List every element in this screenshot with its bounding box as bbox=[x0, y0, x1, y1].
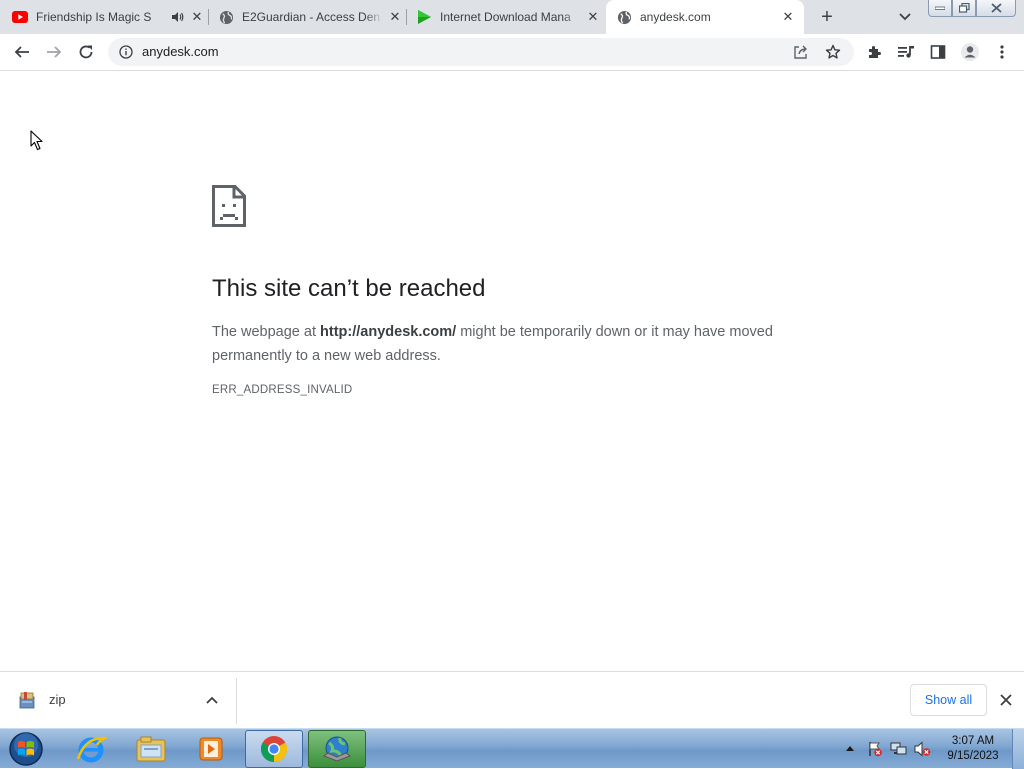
taskbar-internet-download-manager[interactable] bbox=[308, 730, 366, 768]
restore-icon bbox=[958, 3, 970, 13]
globe-icon bbox=[616, 9, 632, 25]
reload-icon[interactable] bbox=[76, 42, 96, 62]
zip-archive-icon bbox=[19, 692, 35, 709]
close-icon bbox=[990, 3, 1002, 13]
download-file-name: zip bbox=[49, 692, 66, 707]
media-playlist-icon[interactable] bbox=[896, 42, 916, 62]
taskbar-media-player[interactable] bbox=[182, 730, 240, 768]
network-icon[interactable] bbox=[890, 741, 908, 757]
action-center-flag-icon[interactable] bbox=[866, 741, 884, 757]
close-icon[interactable]: ✕ bbox=[780, 9, 796, 25]
youtube-icon bbox=[12, 9, 28, 25]
clock-time: 3:07 AM bbox=[951, 735, 995, 747]
close-icon[interactable] bbox=[997, 691, 1015, 709]
tab-e2guardian[interactable]: E2Guardian - Access Den ✕ bbox=[218, 0, 403, 34]
show-all-button[interactable]: Show all bbox=[910, 684, 987, 716]
extensions-puzzle-icon[interactable] bbox=[864, 42, 884, 62]
folder-icon bbox=[136, 736, 166, 762]
clock-date: 9/15/2023 bbox=[947, 750, 999, 762]
speaker-icon[interactable] bbox=[171, 10, 185, 24]
error-heading: This site can’t be reached bbox=[212, 275, 486, 302]
download-item[interactable]: zip bbox=[0, 678, 237, 724]
tab-title: anydesk.com bbox=[640, 10, 776, 24]
internet-explorer-icon bbox=[76, 736, 107, 763]
start-button[interactable] bbox=[6, 730, 46, 768]
minimize-icon bbox=[935, 6, 945, 10]
error-code: ERR_ADDRESS_INVALID bbox=[212, 384, 353, 396]
close-icon[interactable]: ✕ bbox=[189, 9, 205, 25]
address-bar[interactable]: anydesk.com bbox=[108, 38, 854, 66]
profile-avatar-icon[interactable] bbox=[960, 42, 980, 62]
globe-icon bbox=[218, 9, 234, 25]
tab-strip: Friendship Is Magic S ✕ E2Guardian - Acc… bbox=[0, 0, 1024, 34]
minimize-button[interactable] bbox=[928, 0, 952, 17]
back-arrow-icon[interactable] bbox=[12, 42, 32, 62]
system-clock[interactable]: 3:07 AM 9/15/2023 bbox=[940, 734, 1006, 764]
chrome-icon bbox=[260, 736, 288, 763]
kebab-menu-icon[interactable] bbox=[992, 42, 1012, 62]
sad-document-icon bbox=[212, 185, 246, 227]
tray-overflow-arrow-icon[interactable] bbox=[845, 743, 855, 753]
chevron-up-icon[interactable] bbox=[205, 693, 219, 707]
tab-title: Internet Download Mana bbox=[440, 10, 581, 24]
tab-anydesk[interactable]: anydesk.com ✕ bbox=[606, 0, 804, 34]
tab-separator bbox=[406, 9, 407, 25]
idm-globe-icon bbox=[322, 736, 352, 762]
show-desktop-button[interactable] bbox=[1012, 729, 1024, 769]
mouse-cursor-icon bbox=[30, 130, 43, 151]
speaker-muted-icon[interactable] bbox=[914, 741, 932, 757]
tab-title: E2Guardian - Access Den bbox=[242, 10, 383, 24]
window-controls bbox=[928, 0, 1016, 17]
tab-title: Friendship Is Magic S bbox=[36, 10, 169, 24]
new-tab-button[interactable]: + bbox=[815, 6, 839, 28]
taskbar-internet-explorer[interactable] bbox=[62, 730, 120, 768]
window-close-button[interactable] bbox=[976, 0, 1016, 17]
media-player-icon bbox=[199, 737, 223, 761]
info-icon[interactable] bbox=[118, 44, 134, 60]
error-page: This site can’t be reached The webpage a… bbox=[0, 72, 1024, 671]
taskbar-file-explorer[interactable] bbox=[122, 730, 180, 768]
close-icon[interactable]: ✕ bbox=[585, 9, 601, 25]
browser-toolbar: anydesk.com bbox=[0, 34, 1024, 71]
tab-internet-download-manager[interactable]: Internet Download Mana ✕ bbox=[416, 0, 601, 34]
tab-search-chevron-icon[interactable] bbox=[895, 8, 915, 26]
bookmark-star-icon[interactable] bbox=[824, 43, 842, 61]
tab-friendship-is-magic[interactable]: Friendship Is Magic S ✕ bbox=[12, 0, 205, 34]
url-text[interactable]: anydesk.com bbox=[142, 44, 219, 59]
share-icon[interactable] bbox=[792, 43, 810, 61]
download-bar: zip Show all bbox=[0, 671, 1024, 728]
error-description: The webpage at http://anydesk.com/ might… bbox=[212, 320, 812, 368]
error-desc-prefix: The webpage at bbox=[212, 324, 321, 340]
forward-arrow-icon[interactable] bbox=[44, 42, 64, 62]
tab-separator bbox=[208, 9, 209, 25]
close-icon[interactable]: ✕ bbox=[387, 9, 403, 25]
taskbar-chrome[interactable] bbox=[245, 730, 303, 768]
windows-logo-icon bbox=[9, 732, 43, 766]
restore-button[interactable] bbox=[952, 0, 976, 17]
side-panel-icon[interactable] bbox=[928, 42, 948, 62]
error-url: http://anydesk.com/ bbox=[320, 324, 457, 340]
idm-play-icon bbox=[416, 9, 432, 25]
windows-taskbar: 3:07 AM 9/15/2023 bbox=[0, 728, 1024, 769]
